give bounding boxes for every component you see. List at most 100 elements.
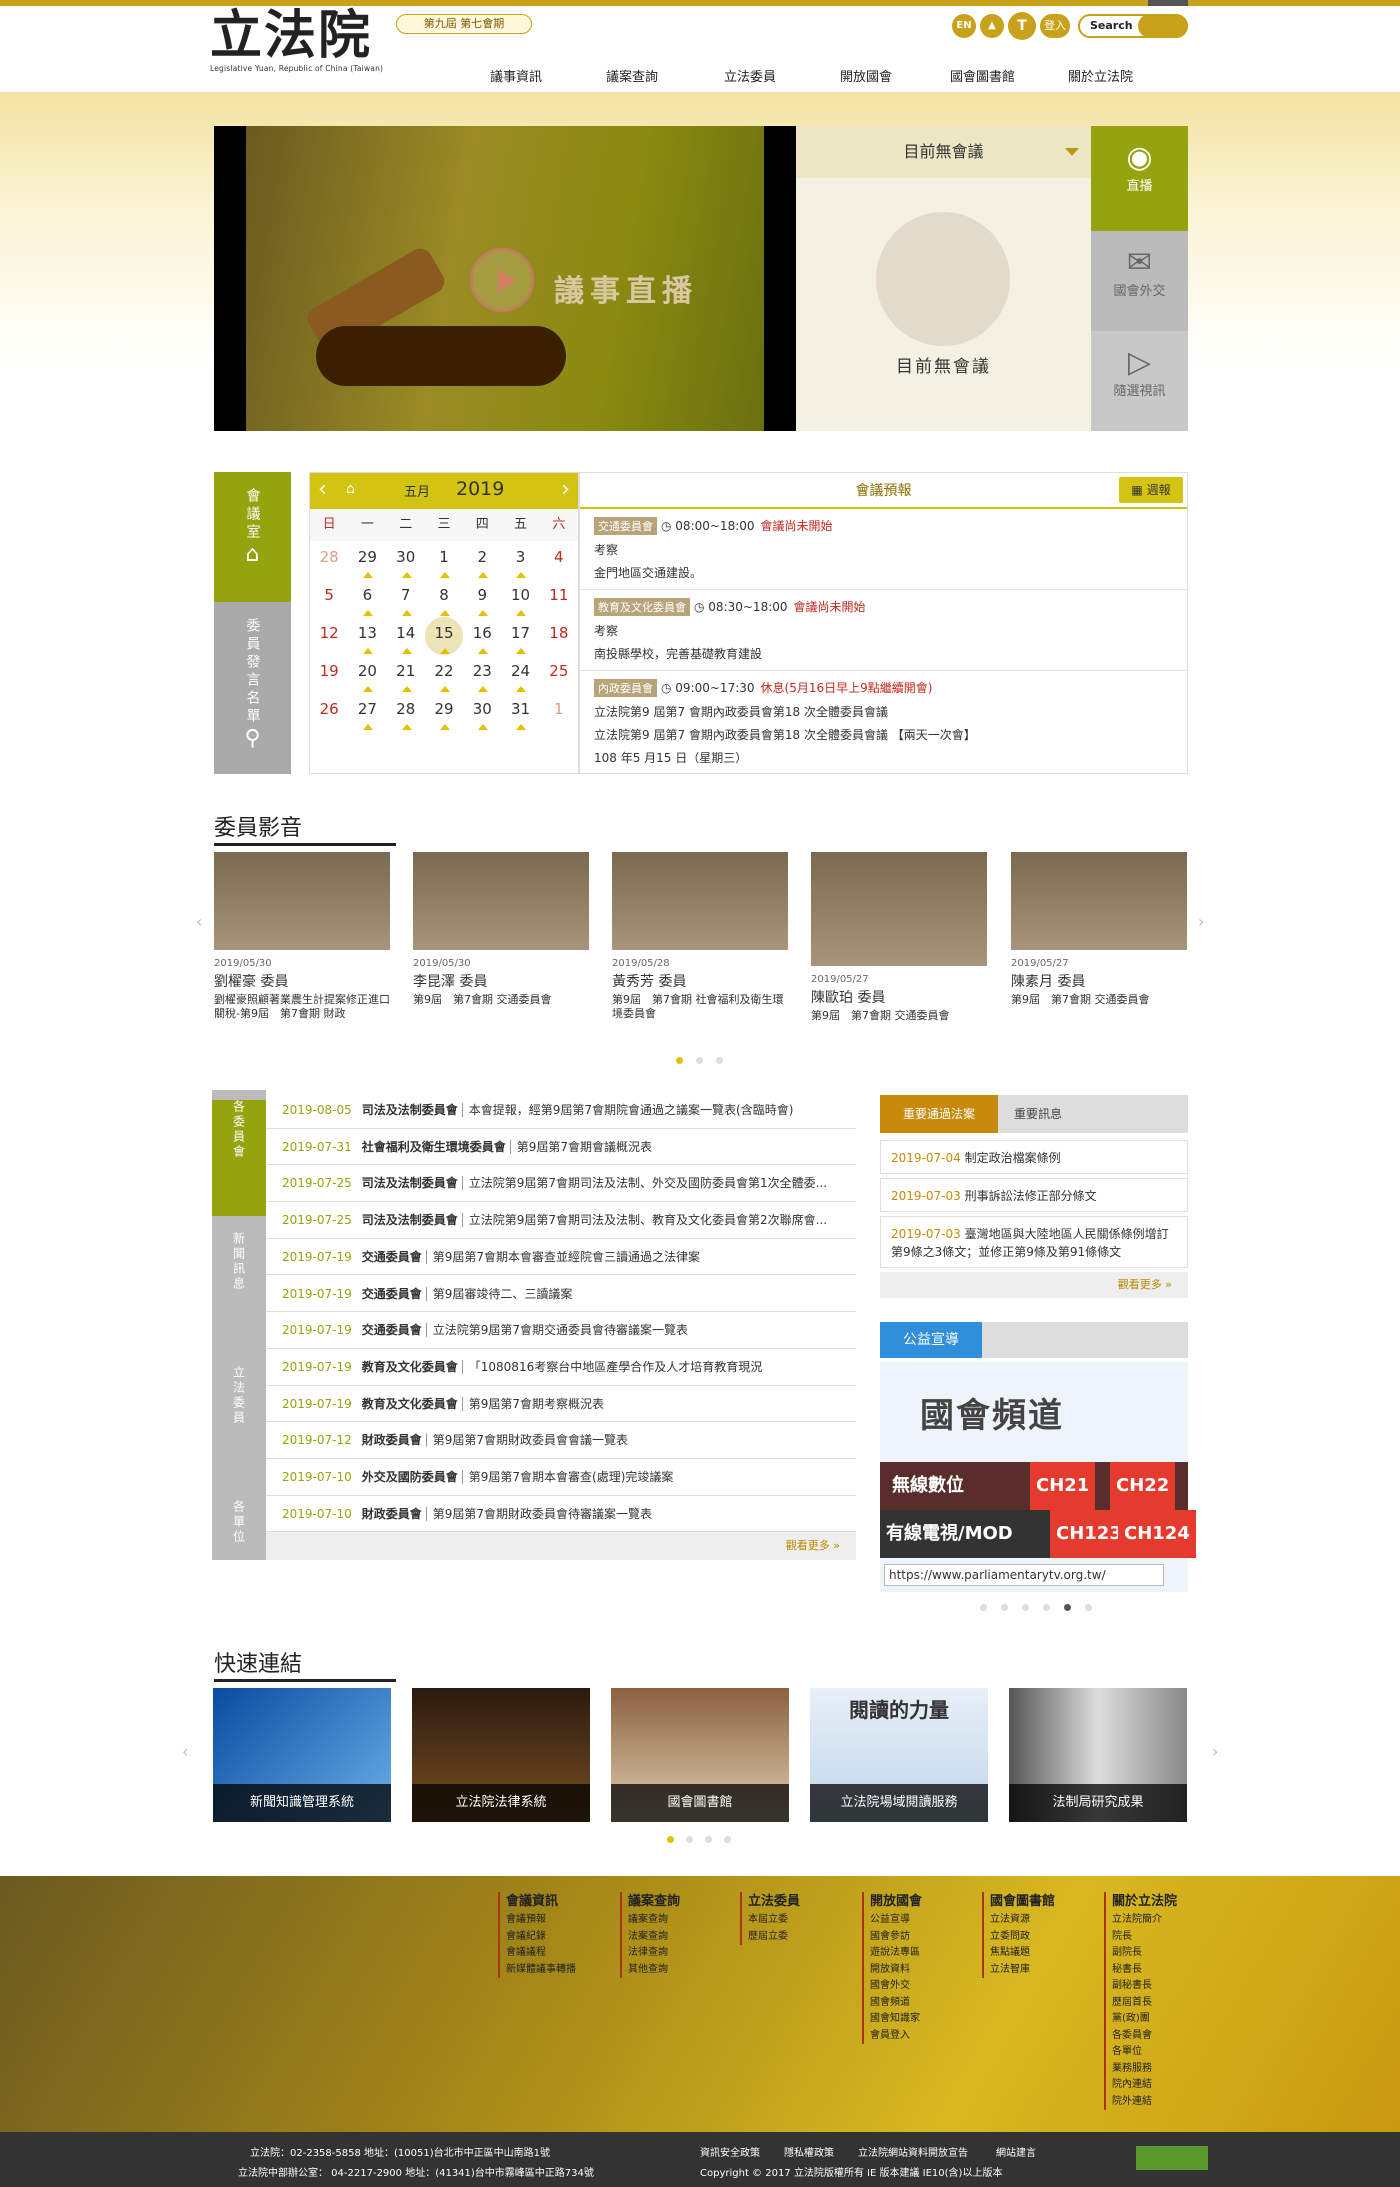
footer-link-security[interactable]: 資訊安全政策 xyxy=(700,2144,760,2159)
footer-link[interactable]: 立委問政 xyxy=(990,1929,1055,1946)
quick-next-icon[interactable]: › xyxy=(1212,1742,1218,1761)
calendar-day[interactable]: 31 xyxy=(501,693,539,731)
search-input[interactable]: Search xyxy=(1078,14,1188,38)
play-icon[interactable] xyxy=(470,248,534,312)
quick-dot[interactable] xyxy=(724,1836,731,1843)
footer-link[interactable]: 副秘書長 xyxy=(1112,1978,1177,1995)
footer-link[interactable]: 國會外交 xyxy=(870,1978,922,1995)
site-logo[interactable]: 立法院 Legislative Yuan, Republic of China … xyxy=(210,10,410,80)
footer-link[interactable]: 焦點議題 xyxy=(990,1945,1055,1962)
nav-bill-search[interactable]: 議案查詢 xyxy=(606,66,658,85)
next-month-icon[interactable]: › xyxy=(561,477,570,502)
nav-meeting-info[interactable]: 議事資訊 xyxy=(490,66,542,85)
calendar-day[interactable]: 29 xyxy=(425,693,463,731)
calendar-day[interactable]: 29 xyxy=(348,541,386,579)
nav-open-parliament[interactable]: 開放國會 xyxy=(840,66,892,85)
video-card[interactable]: 2019/05/27 陳素月 委員 第9屆 第7會期 交通委員會 xyxy=(1011,852,1187,1007)
promo-banner[interactable]: 國會頻道 無線數位 CH21 CH22 有線電視/MOD CH123 CH124 htt… xyxy=(880,1362,1196,1592)
calendar-day[interactable]: 4 xyxy=(540,541,578,579)
quick-link-card[interactable]: 立法院法律系統 xyxy=(412,1688,590,1822)
calendar-day[interactable]: 22 xyxy=(425,655,463,693)
footer-link-suggestion[interactable]: 網站建言 xyxy=(996,2144,1036,2159)
bill-item[interactable]: 2019-07-04 制定政治檔案條例 xyxy=(880,1140,1188,1174)
footer-link[interactable]: 院外連結 xyxy=(1112,2094,1177,2111)
carousel-dot[interactable] xyxy=(676,1057,683,1064)
news-row[interactable]: 2019-07-19 交通委員會 第9屆第7會期本會審查並經院會三讀通過之法律案 xyxy=(266,1239,856,1276)
calendar-year[interactable]: 2019 xyxy=(456,478,504,500)
footer-link[interactable]: 本屆立委 xyxy=(748,1912,800,1929)
calendar-day[interactable]: 12 xyxy=(310,617,348,655)
quick-dot[interactable] xyxy=(705,1836,712,1843)
meeting-select[interactable]: 目前無會議 xyxy=(796,126,1091,178)
calendar-day[interactable]: 1 xyxy=(540,693,578,731)
calendar-day[interactable]: 16 xyxy=(463,617,501,655)
quick-link-card[interactable]: 新聞知識管理系統 xyxy=(213,1688,391,1822)
footer-link[interactable]: 各委員會 xyxy=(1112,2028,1177,2045)
news-row[interactable]: 2019-07-10 財政委員會 第9屆第7會期財政委員會待審議案一覽表 xyxy=(266,1496,856,1533)
calendar-day[interactable]: 30 xyxy=(387,541,425,579)
calendar-day[interactable]: 14 xyxy=(387,617,425,655)
sitemap-icon[interactable]: ▲ xyxy=(980,14,1004,38)
footer-link[interactable]: 立法智庫 xyxy=(990,1962,1055,1979)
calendar-day[interactable]: 2 xyxy=(463,541,501,579)
search-icon[interactable] xyxy=(1138,14,1188,38)
promo-dot[interactable] xyxy=(1022,1604,1029,1611)
tab-committees[interactable]: 各委員會 xyxy=(212,1100,266,1216)
bills-more-link[interactable]: 觀看更多 » xyxy=(880,1272,1188,1298)
calendar-day[interactable]: 28 xyxy=(310,541,348,579)
footer-link[interactable]: 歷屆立委 xyxy=(748,1929,800,1946)
calendar-day[interactable]: 20 xyxy=(348,655,386,693)
footer-column-heading[interactable]: 國會圖書館 xyxy=(990,1892,1055,1912)
footer-link[interactable]: 各單位 xyxy=(1112,2044,1177,2061)
footer-column-heading[interactable]: 議案查詢 xyxy=(628,1892,680,1912)
news-row[interactable]: 2019-07-19 交通委員會 第9屆審竣待二、三讀議案 xyxy=(266,1276,856,1313)
footer-link[interactable]: 開放資料 xyxy=(870,1962,922,1979)
footer-link[interactable]: 秘書長 xyxy=(1112,1962,1177,1979)
nav-legislators[interactable]: 立法委員 xyxy=(724,66,776,85)
calendar-day[interactable]: 1 xyxy=(425,541,463,579)
footer-link-open-data[interactable]: 立法院網站資料開放宣告 xyxy=(858,2144,968,2159)
calendar-day[interactable]: 27 xyxy=(348,693,386,731)
footer-link[interactable]: 遊說法專區 xyxy=(870,1945,922,1962)
calendar-day[interactable]: 26 xyxy=(310,693,348,731)
footer-column-heading[interactable]: 立法委員 xyxy=(748,1892,800,1912)
nav-library[interactable]: 國會圖書館 xyxy=(950,66,1015,85)
quick-dot[interactable] xyxy=(686,1836,693,1843)
footer-column-heading[interactable]: 關於立法院 xyxy=(1112,1892,1177,1912)
nav-about[interactable]: 關於立法院 xyxy=(1068,66,1133,85)
login-button[interactable]: 登入 xyxy=(1040,14,1070,38)
prev-month-icon[interactable]: ‹ xyxy=(318,477,327,502)
weekly-button[interactable]: ▦ 週報 xyxy=(1119,477,1183,503)
footer-link[interactable]: 公益宣導 xyxy=(870,1912,922,1929)
calendar-day[interactable]: 10 xyxy=(501,579,539,617)
tab-legislators[interactable]: 立法委員 xyxy=(212,1366,266,1484)
calendar-day[interactable]: 25 xyxy=(540,655,578,693)
video-card[interactable]: 2019/05/27 陳歐珀 委員 第9屆 第7會期 交通委員會 xyxy=(811,852,987,1023)
promo-dot[interactable] xyxy=(1085,1604,1092,1611)
video-card[interactable]: 2019/05/28 黃秀芳 委員 第9屆 第7會期 社會福利及衛生環境委員會 xyxy=(612,852,788,1021)
news-row[interactable]: 2019-07-25 司法及法制委員會 立法院第9屆第7會期司法及法制、外交及國防委… xyxy=(266,1165,856,1203)
calendar-day[interactable]: 11 xyxy=(540,579,578,617)
vod-button[interactable]: ▷ 隨選視訊 xyxy=(1091,331,1188,431)
tab-news[interactable]: 新聞訊息 xyxy=(212,1232,266,1350)
live-button[interactable]: ◉ 直播 xyxy=(1091,126,1188,231)
footer-link[interactable]: 會議預報 xyxy=(506,1912,576,1929)
tab-units[interactable]: 各單位 xyxy=(212,1500,266,1618)
footer-link[interactable]: 新媒體議事轉播 xyxy=(506,1962,576,1979)
calendar-day[interactable]: 6 xyxy=(348,579,386,617)
carousel-dot[interactable] xyxy=(716,1057,723,1064)
font-size-icon[interactable]: T xyxy=(1008,12,1036,40)
home-icon[interactable]: ⌂ xyxy=(346,481,355,497)
footer-column-heading[interactable]: 開放國會 xyxy=(870,1892,922,1912)
bill-item[interactable]: 2019-07-03 刑事訴訟法修正部分條文 xyxy=(880,1178,1188,1212)
footer-link[interactable]: 會議議程 xyxy=(506,1945,576,1962)
calendar-day[interactable]: 13 xyxy=(348,617,386,655)
speaker-list-tab[interactable]: 委員發言名單 ⚲ xyxy=(214,602,291,774)
calendar-day[interactable]: 24 xyxy=(501,655,539,693)
accessibility-badge-icon[interactable] xyxy=(1136,2146,1208,2170)
footer-link[interactable]: 法案查詢 xyxy=(628,1929,680,1946)
calendar-day[interactable]: 3 xyxy=(501,541,539,579)
tab-important-bills[interactable]: 重要通過法案 xyxy=(880,1095,998,1133)
calendar-day[interactable]: 7 xyxy=(387,579,425,617)
news-row[interactable]: 2019-07-10 外交及國防委員會 第9屆第7會期本會審查(處理)完竣議案 xyxy=(266,1459,856,1496)
